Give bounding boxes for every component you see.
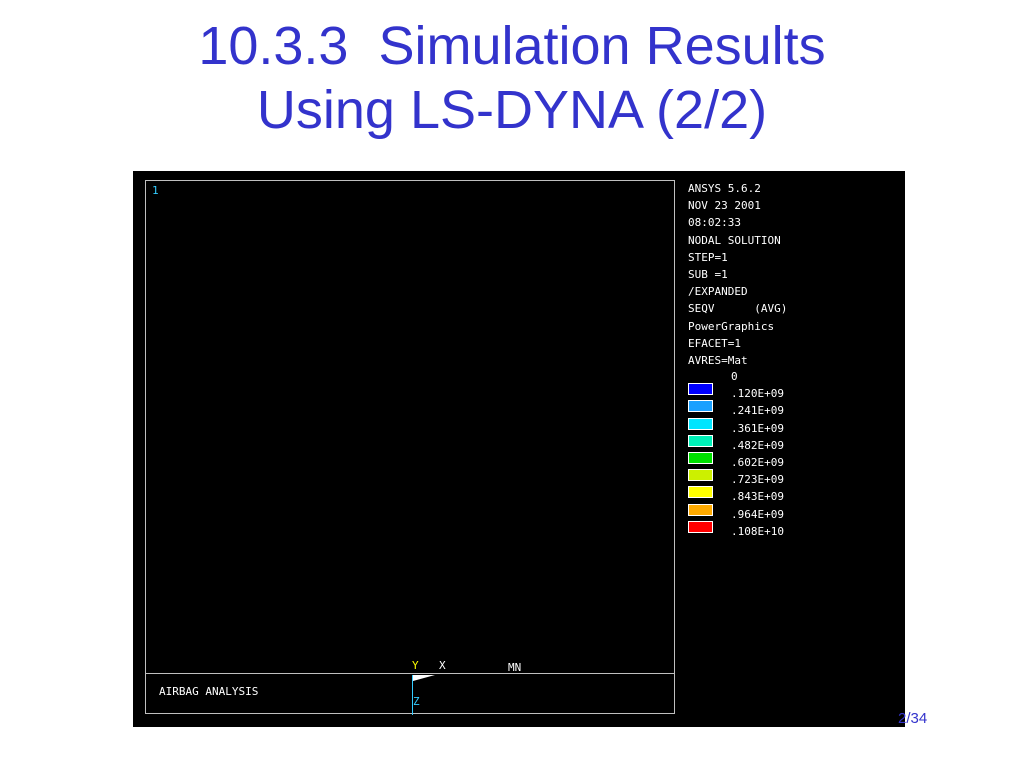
legend-item: .723E+09 [688, 468, 898, 487]
info-expanded: /EXPANDED [688, 285, 748, 299]
legend-value-label: .482E+09 [731, 438, 784, 452]
legend-item: .241E+09 [688, 399, 898, 418]
info-graphics-mode: PowerGraphics [688, 319, 775, 333]
slide-title-line-1: 10.3.3 Simulation Results [198, 16, 826, 76]
legend-color-swatch [688, 434, 713, 447]
info-solution-type: NODAL SOLUTION [688, 233, 781, 247]
slide-title-line-2: Using LS-DYNA (2/2) [256, 80, 768, 140]
legend-color-swatch [688, 452, 713, 464]
legend-value-label: .241E+09 [731, 404, 784, 418]
info-date: NOV 23 2001 [688, 199, 761, 213]
triad-y-label: Y [412, 659, 419, 672]
legend-item: .120E+09 [688, 382, 898, 401]
triad-x-label: X [439, 659, 446, 672]
legend-zero-label: 0 [731, 370, 738, 383]
page-number: 2/34 [898, 710, 928, 727]
ansys-graphics-screenshot: 1 Y X MN Z AIRBAG ANALYSIS ANSYS 5.6.2 N… [133, 171, 905, 727]
analysis-caption: AIRBAG ANALYSIS [159, 685, 259, 698]
slide-title: 10.3.3 Simulation Results Using LS-DYNA … [0, 14, 1024, 142]
legend-item: .964E+09 [688, 503, 898, 521]
legend-color-swatch [688, 486, 713, 499]
legend-color-swatch [688, 417, 713, 430]
info-time: 08:02:33 [688, 216, 741, 230]
info-version: ANSYS 5.6.2 [688, 182, 761, 195]
legend-color-swatch [688, 400, 713, 413]
legend-item: .108E+10 [688, 520, 898, 538]
legend-value-label: .602E+09 [731, 456, 784, 469]
legend-item: .602E+09 [688, 451, 898, 469]
window-number: 1 [152, 184, 159, 197]
legend-value-label: .361E+09 [731, 421, 784, 435]
legend-color-swatch [688, 383, 713, 396]
legend-value-label: .843E+09 [731, 490, 784, 504]
info-step: STEP=1 [688, 250, 728, 264]
caption-bar: AIRBAG ANALYSIS [146, 673, 674, 713]
legend-color-swatch [688, 503, 713, 516]
graphics-viewport: 1 Y X MN Z AIRBAG ANALYSIS [145, 180, 675, 715]
legend-value-label: .964E+09 [731, 507, 784, 521]
legend-color-swatch [688, 520, 713, 533]
legend-item: .843E+09 [688, 485, 898, 504]
legend-value-label: .120E+09 [731, 387, 784, 401]
legend-value-label: .723E+09 [731, 473, 784, 487]
legend-item: .361E+09 [688, 417, 898, 435]
info-sub: SUB =1 [688, 267, 728, 281]
info-efacet: EFACET=1 [688, 336, 741, 350]
legend-item: .482E+09 [688, 434, 898, 452]
legend-color-swatch [688, 469, 713, 482]
info-panel: ANSYS 5.6.2 NOV 23 2001 08:02:33 NODAL S… [688, 180, 898, 369]
info-avres: AVRES=Mat [688, 353, 748, 367]
info-result-item: SEQV (AVG) [688, 302, 788, 316]
legend-value-label: .108E+10 [731, 524, 784, 538]
